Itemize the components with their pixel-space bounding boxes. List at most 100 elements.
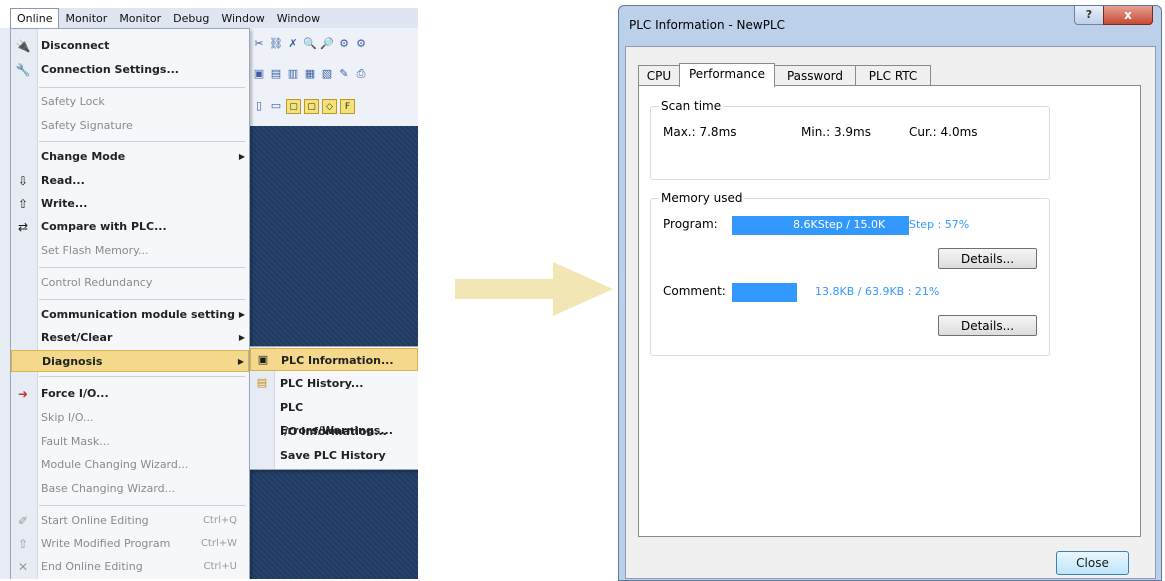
menu-item-label: Fault Mask...	[41, 435, 110, 448]
menu-item-label: Control Redundancy	[41, 276, 153, 289]
menu-item-connection-settings[interactable]: 🔧 Connection Settings...	[11, 59, 249, 81]
submenu-item-plc-history[interactable]: ▤ PLC History...	[250, 372, 418, 395]
menu-item-start-online-editing: ✐ Start Online Editing Ctrl+Q	[11, 510, 249, 532]
menu-separator	[39, 376, 245, 377]
tool-icon[interactable]: ✗	[286, 37, 300, 51]
menu-separator	[39, 267, 245, 268]
dialog-title: PLC Information - NewPLC	[629, 18, 786, 32]
chart-icon[interactable]: ▧	[320, 67, 334, 81]
chart-icon[interactable]: ▦	[303, 67, 317, 81]
menu-item-label: I/O Information...	[280, 425, 387, 438]
plc-history-icon: ▤	[256, 376, 268, 389]
toolbar: ✂ ⛓ ✗ 🔍 🔎 ⚙ ⚙ ▣ ▤ ▥ ▦ ▧ ✎ ⎙ ▯ ▭ ▢ ▢ ◇ F	[248, 28, 418, 126]
tab-performance[interactable]: Performance	[679, 63, 775, 87]
menu-monitor[interactable]: Monitor	[59, 10, 113, 27]
device-icon[interactable]: ▤	[269, 67, 283, 81]
performance-tab-panel: Scan time Max.: 7.8ms Min.: 3.9ms Cur.: …	[638, 85, 1141, 537]
menu-item-label: Change Mode	[41, 150, 126, 163]
scan-time-min: Min.: 3.9ms	[801, 125, 871, 139]
find-next-icon[interactable]: 🔎	[320, 37, 334, 51]
submenu-item-plc-errors[interactable]: PLC Errors/Warnings...	[250, 396, 418, 437]
function-icon[interactable]: F	[340, 98, 355, 114]
tab-password[interactable]: Password	[774, 65, 856, 86]
menu-item-force-io[interactable]: ➜ Force I/O...	[11, 383, 249, 405]
menu-item-label: Read...	[41, 174, 85, 187]
comment-label: Comment:	[663, 284, 726, 298]
menu-item-label: PLC Information...	[281, 354, 394, 367]
menu-item-write[interactable]: ⇧ Write...	[11, 193, 249, 215]
menu-item-base-changing-wizard: Base Changing Wizard...	[11, 478, 249, 500]
program-details-button[interactable]: Details...	[938, 248, 1037, 269]
submenu-item-io-information[interactable]: I/O Information...	[250, 420, 418, 443]
menu-item-change-mode[interactable]: Change Mode ▶	[11, 146, 249, 168]
menu-item-reset-clear[interactable]: Reset/Clear ▶	[11, 327, 249, 349]
menu-item-label: PLC History...	[280, 377, 364, 390]
menu-item-label: Write Modified Program	[41, 537, 171, 550]
program-percent-text: Step : 57%	[909, 218, 970, 231]
menu-item-label: Compare with PLC...	[41, 220, 167, 233]
submenu-arrow-icon: ▶	[238, 333, 245, 342]
menu-window-2[interactable]: Window	[271, 10, 326, 27]
online-menu: 🔌 Disconnect 🔧 Connection Settings... Sa…	[10, 28, 250, 579]
plc-information-dialog: PLC Information - NewPLC ? x CPU Perform…	[618, 5, 1162, 581]
tool-icon[interactable]: ⚙	[354, 37, 368, 51]
ladder-icon[interactable]: ▢	[286, 98, 301, 114]
tab-cpu[interactable]: CPU	[638, 65, 680, 86]
connection-settings-icon: 🔧	[15, 63, 31, 77]
disconnect-icon: 🔌	[15, 39, 31, 53]
help-button[interactable]: ?	[1074, 6, 1104, 25]
menu-item-control-redundancy: Control Redundancy	[11, 272, 249, 294]
menu-item-shortcut: Ctrl+U	[203, 561, 238, 572]
application-window: Online Monitor Monitor Debug Window Wind…	[0, 0, 418, 579]
menu-debug[interactable]: Debug	[167, 10, 215, 27]
edit-icon[interactable]: ✎	[337, 67, 351, 81]
workspace-background	[248, 468, 418, 579]
menu-window[interactable]: Window	[215, 10, 270, 27]
scan-time-cur: Cur.: 4.0ms	[909, 125, 978, 139]
diagnosis-submenu: ▣ PLC Information... ▤ PLC History... PL…	[249, 346, 418, 470]
menu-item-safety-lock: Safety Lock	[11, 91, 249, 113]
cut-icon[interactable]: ✂	[252, 37, 266, 51]
menu-item-communication-module[interactable]: Communication module setting ▶	[11, 304, 249, 326]
menu-item-compare[interactable]: ⇄ Compare with PLC...	[11, 216, 249, 238]
device-icon[interactable]: ▣	[252, 67, 266, 81]
menu-item-disconnect[interactable]: 🔌 Disconnect	[11, 35, 249, 57]
print-icon[interactable]: ⎙	[354, 67, 368, 81]
memory-used-title: Memory used	[659, 191, 745, 205]
menu-item-label: Module Changing Wizard...	[41, 458, 189, 471]
memory-used-group: Memory used Program: 8.6KStep / 15.0K St…	[650, 191, 1050, 356]
menu-item-read[interactable]: ⇩ Read...	[11, 170, 249, 192]
ladder-icon[interactable]: ◇	[322, 98, 337, 114]
submenu-item-plc-information[interactable]: ▣ PLC Information...	[250, 348, 418, 371]
submenu-item-save-plc-history[interactable]: Save PLC History	[250, 444, 418, 467]
toolbar-row-1: ✂ ⛓ ✗ 🔍 🔎 ⚙ ⚙	[252, 34, 368, 54]
menu-item-safety-signature: Safety Signature	[11, 115, 249, 137]
window-edge	[0, 28, 10, 579]
menu-item-label: Set Flash Memory...	[41, 244, 149, 257]
menu-item-shortcut: Ctrl+W	[200, 538, 237, 549]
tab-plc-rtc[interactable]: PLC RTC	[855, 65, 931, 86]
ladder-icon[interactable]: ▢	[304, 98, 319, 114]
menu-item-label: Save PLC History	[280, 449, 386, 462]
monitor-icon[interactable]: ▥	[286, 67, 300, 81]
tool-icon[interactable]: ▯	[252, 99, 266, 113]
close-button[interactable]: Close	[1056, 551, 1129, 575]
menu-item-diagnosis[interactable]: Diagnosis ▶	[11, 350, 249, 372]
compare-icon: ⇄	[17, 220, 29, 234]
dialog-titlebar[interactable]: PLC Information - NewPLC ? x	[619, 6, 1161, 46]
menu-item-label: Force I/O...	[41, 387, 109, 400]
tool-icon[interactable]: ⚙	[337, 37, 351, 51]
menu-item-label: Safety Signature	[41, 119, 133, 132]
menu-item-shortcut: Ctrl+Q	[202, 515, 237, 526]
menu-item-label: Diagnosis	[42, 355, 103, 368]
find-icon[interactable]: 🔍	[303, 37, 317, 51]
menu-monitor-2[interactable]: Monitor	[113, 10, 167, 27]
menu-item-label: Start Online Editing	[41, 514, 149, 527]
menu-online[interactable]: Online	[10, 7, 60, 29]
dialog-client-area: CPU Performance Password PLC RTC Scan ti…	[625, 46, 1156, 579]
comment-details-button[interactable]: Details...	[938, 315, 1037, 336]
window-close-button[interactable]: x	[1103, 6, 1153, 25]
tool-icon[interactable]: ▭	[269, 99, 283, 113]
scan-time-max: Max.: 7.8ms	[663, 125, 737, 139]
tool-icon[interactable]: ⛓	[269, 37, 283, 51]
